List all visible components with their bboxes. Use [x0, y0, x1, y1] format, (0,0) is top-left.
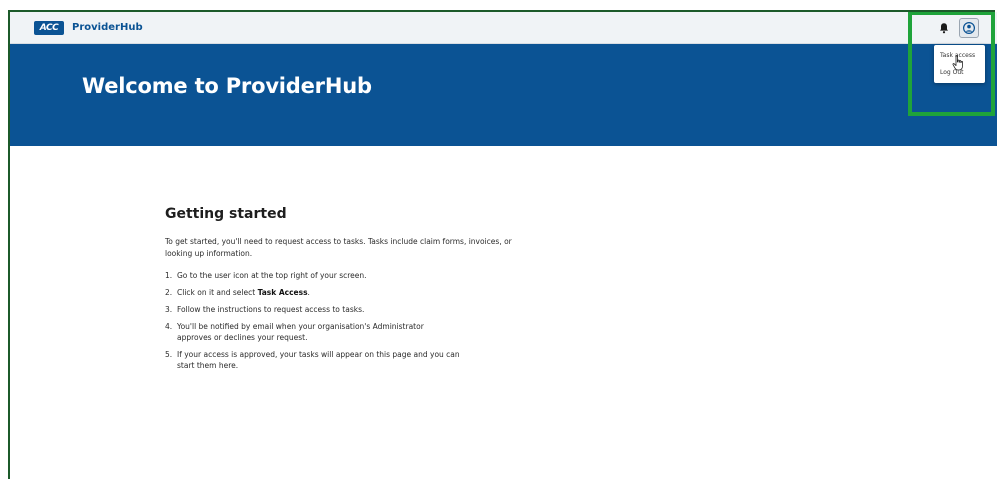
step-text: If your access is approved, your tasks w… — [177, 350, 460, 370]
step-text: Click on it and select Task Access. — [177, 287, 477, 298]
getting-started-section: Getting started To get started, you'll n… — [165, 206, 585, 377]
step-text-after: . — [307, 288, 310, 297]
step-text: Go to the user icon at the top right of … — [177, 271, 367, 280]
intro-text: To get started, you'll need to request a… — [165, 237, 512, 258]
step-number: 4. — [165, 322, 173, 331]
step-text-before: Click on it and select — [177, 288, 258, 297]
acc-logo[interactable]: ACC — [34, 21, 64, 35]
user-icon[interactable] — [959, 18, 979, 38]
task-access-emphasis: Task Access — [257, 288, 308, 297]
step-number: 5. — [165, 350, 173, 359]
section-title: Getting started — [165, 206, 287, 222]
step-number: 3. — [165, 305, 173, 314]
list-item: 5. If your access is approved, your task… — [165, 349, 585, 371]
step-text: You'll be notified by email when your or… — [177, 322, 424, 342]
list-item: 3. Follow the instructions to request ac… — [165, 304, 585, 315]
hero-banner: Welcome to ProviderHub — [10, 44, 997, 146]
step-number: 2. — [165, 288, 173, 297]
hand-cursor-icon — [952, 55, 963, 71]
page-title: Welcome to ProviderHub — [82, 74, 372, 98]
top-bar: ACC ProviderHub — [10, 12, 997, 44]
steps-list: 1. Go to the user icon at the top right … — [165, 270, 585, 371]
list-item: 1. Go to the user icon at the top right … — [165, 270, 585, 281]
step-text: Follow the instructions to request acces… — [177, 305, 365, 314]
screenshot-frame: ACC ProviderHub Welcome to ProviderHub T… — [0, 0, 997, 479]
list-item: 2. Click on it and select Task Access. — [165, 287, 585, 298]
bell-icon[interactable] — [938, 22, 950, 34]
brand-name[interactable]: ProviderHub — [72, 21, 143, 35]
step-number: 1. — [165, 271, 173, 280]
list-item: 4. You'll be notified by email when your… — [165, 321, 585, 343]
